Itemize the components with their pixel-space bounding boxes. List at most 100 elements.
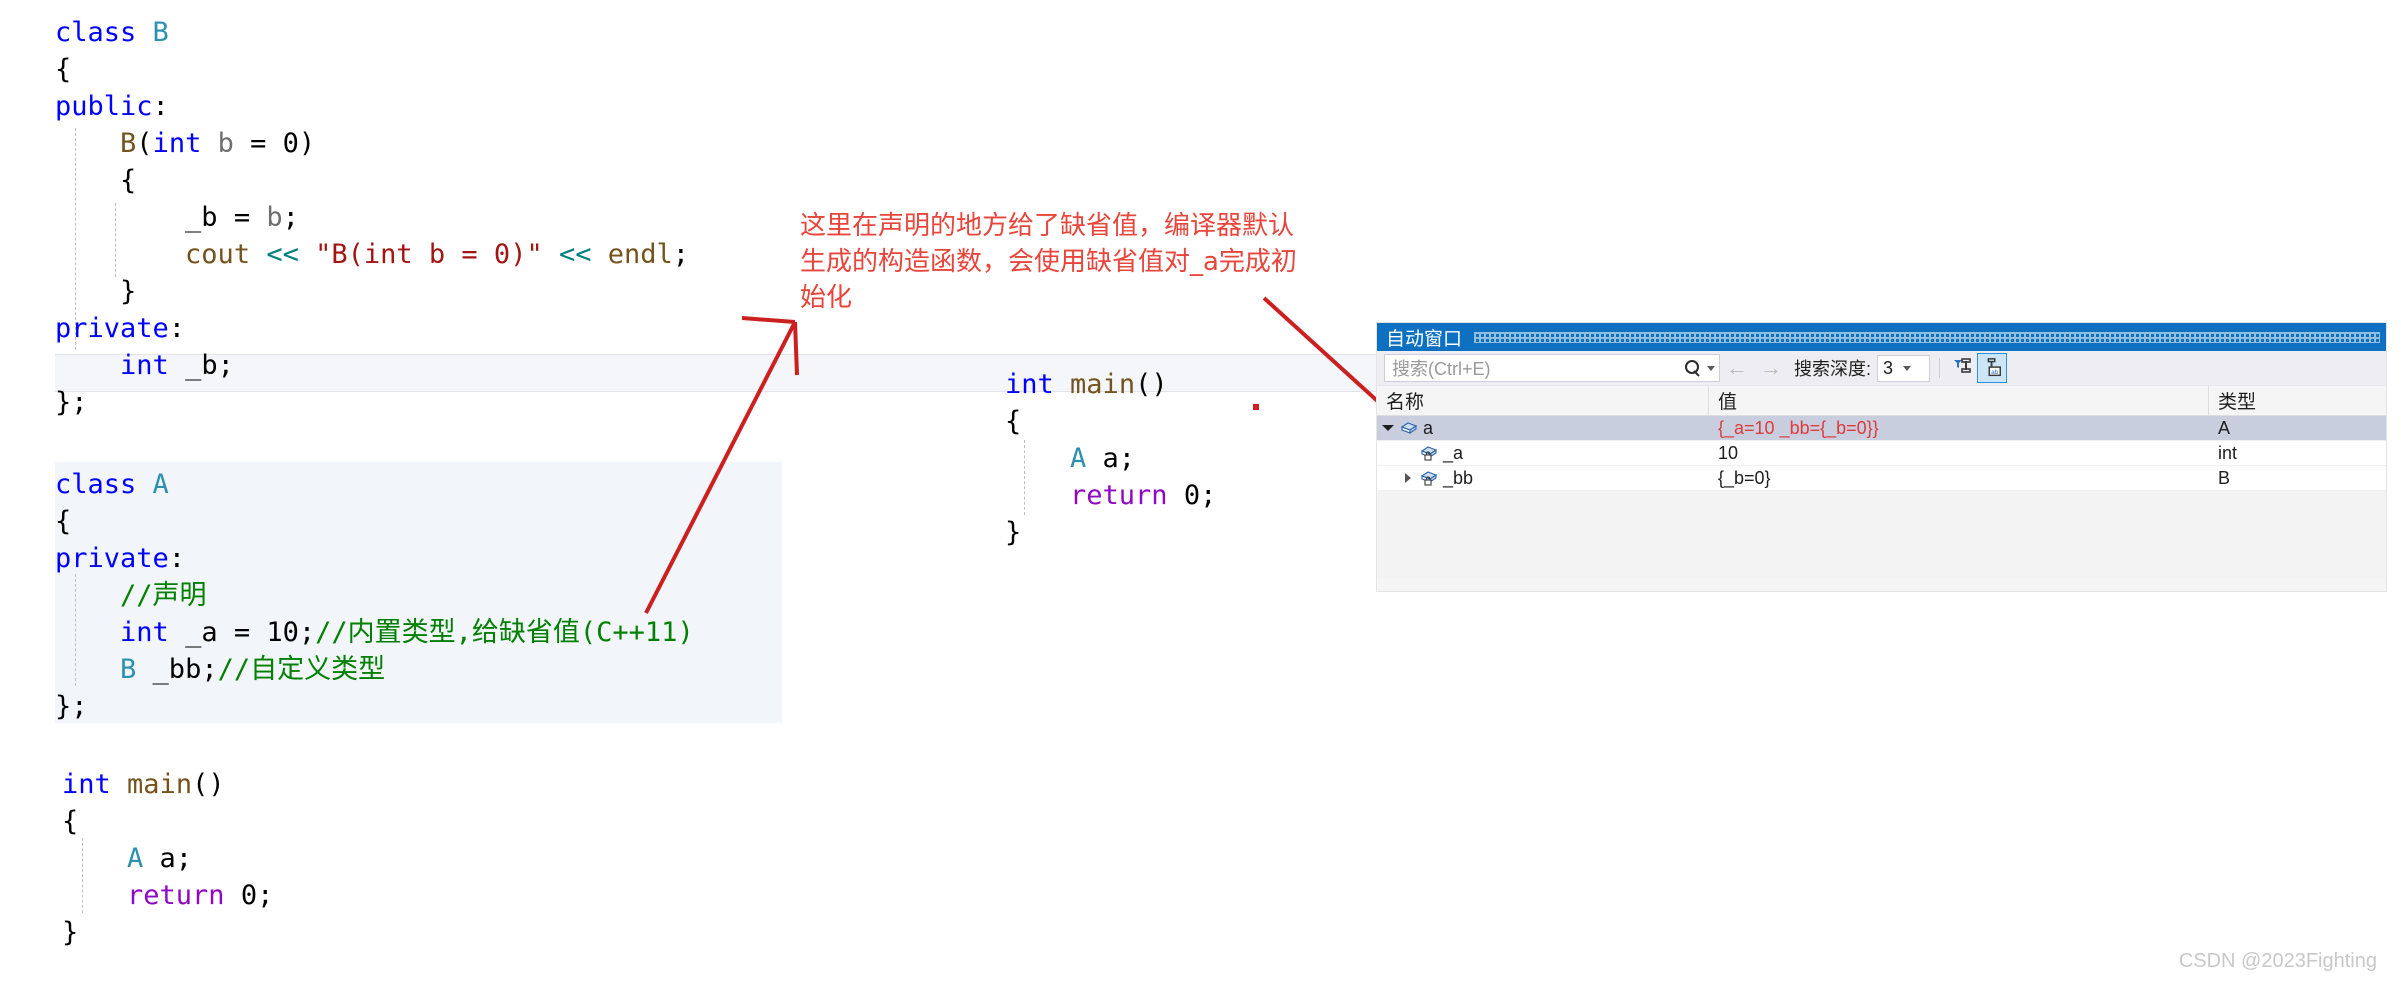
autos-empty-area <box>1377 491 2386 578</box>
code-line: return 0; <box>1005 477 1216 514</box>
code-token: } <box>62 917 79 948</box>
code-token: a; <box>1086 443 1136 474</box>
autos-window[interactable]: 自动窗口 搜索(Ctrl+E) ← → 搜索深度: 3 ab 名称 值 类型 a… <box>1376 322 2387 592</box>
code-line: //声明 <box>55 577 694 614</box>
search-depth-value: 3 <box>1883 357 1894 378</box>
code-token: }; <box>55 387 88 418</box>
code-line: } <box>55 273 689 310</box>
search-input-placeholder: 搜索(Ctrl+E) <box>1392 359 1491 379</box>
code-line: } <box>62 914 273 951</box>
code-token: 0 <box>1183 480 1201 511</box>
code-line: { <box>1005 403 1216 440</box>
code-token: ; <box>257 880 274 911</box>
autos-toolbar[interactable]: 搜索(Ctrl+E) ← → 搜索深度: 3 ab <box>1377 351 2386 386</box>
code-token: main <box>127 769 193 800</box>
autos-window-title: 自动窗口 <box>1386 328 1463 350</box>
code-token: _b <box>185 202 218 233</box>
code-token: int <box>120 617 169 648</box>
code-line: cout << "B(int b = 0)" << endl; <box>55 236 689 273</box>
code-token: main <box>1070 369 1136 400</box>
variable-name: _bb <box>1443 467 1474 488</box>
table-row[interactable]: _a 10 int <box>1377 441 2386 466</box>
cell-value[interactable]: {_a=10 _bb={_b=0}} <box>1709 418 2209 439</box>
code-token: int <box>62 769 111 800</box>
code-token: a; <box>143 843 193 874</box>
expander-expand-icon[interactable] <box>1401 471 1415 485</box>
table-row[interactable]: _bb {_b=0} B <box>1377 466 2386 491</box>
code-token: cout <box>185 239 251 270</box>
code-token: << <box>558 239 592 270</box>
code-token: A <box>127 843 144 874</box>
code-line: private: <box>55 310 689 347</box>
code-token: = <box>217 202 267 233</box>
search-depth-chevron-down-icon[interactable] <box>1893 356 1915 381</box>
code-line: A a; <box>1005 440 1216 477</box>
watermark: CSDN @2023Fighting <box>2178 950 2377 972</box>
code-token: }; <box>55 691 88 722</box>
code-token: "B(int b = 0)" <box>315 239 543 270</box>
filter-pin-icon[interactable] <box>1949 354 1977 382</box>
cell-type: B <box>2218 467 2231 488</box>
code-token: ) <box>298 128 316 159</box>
code-token: private <box>55 543 169 574</box>
titlebar-grip[interactable] <box>1474 331 2380 343</box>
code-token: { <box>55 54 72 85</box>
code-token: () <box>192 769 225 800</box>
code-token: _b; <box>168 350 234 381</box>
cell-name[interactable]: _bb <box>1377 468 1709 489</box>
autos-rows-container[interactable]: a {_a=10 _bb={_b=0}} A _a 10 int _bb {_b=0} B <box>1377 416 2386 491</box>
code-token: private <box>55 313 169 344</box>
search-back-arrow-icon[interactable]: ← <box>1720 357 1754 379</box>
code-token: = <box>233 128 283 159</box>
search-depth-label: 搜索深度: <box>1794 359 1872 379</box>
variable-name: a <box>1423 417 1434 438</box>
column-header-name[interactable]: 名称 <box>1377 386 1709 415</box>
search-depth-select[interactable]: 3 <box>1877 354 1931 382</box>
code-token: //自定义类型 <box>217 654 386 685</box>
code-token: A <box>1070 443 1087 474</box>
expander-collapse-icon[interactable] <box>1381 421 1395 435</box>
red-dot-marker <box>1253 404 1259 410</box>
column-header-value[interactable]: 值 <box>1709 386 2209 415</box>
code-token: _a = <box>168 617 267 648</box>
cell-type: int <box>2218 442 2238 463</box>
code-token: int <box>1005 369 1054 400</box>
code-line: public: <box>55 88 689 125</box>
code-token: ; <box>672 239 690 270</box>
svg-text:ab: ab <box>1991 369 1999 376</box>
annotation-note: 这里在声明的地方给了缺省值，编译器默认 生成的构造函数，会使用缺省值对_a完成初… <box>800 208 1360 316</box>
code-token: b <box>217 128 234 159</box>
pin-ab-toggle-icon[interactable]: ab <box>1977 353 2008 383</box>
search-input[interactable]: 搜索(Ctrl+E) <box>1384 354 1720 382</box>
table-row[interactable]: a {_a=10 _bb={_b=0}} A <box>1377 416 2386 441</box>
arrow-to-annotation-head-left <box>741 316 796 324</box>
autos-titlebar[interactable]: 自动窗口 <box>1377 323 2386 351</box>
cell-name[interactable]: _a <box>1377 443 1709 464</box>
annotation-line-2: 生成的构造函数，会使用缺省值对_a完成初 <box>800 247 1297 277</box>
autos-variables-grid[interactable]: 名称 值 类型 a {_a=10 _bb={_b=0}} A _a 10 int _bb… <box>1377 386 2386 578</box>
code-token: : <box>152 91 169 122</box>
cell-value[interactable]: 10 <box>1709 443 2209 464</box>
column-header-type[interactable]: 类型 <box>2209 386 2384 415</box>
autos-grid-header: 名称 值 类型 <box>1377 386 2386 416</box>
cell-name[interactable]: a <box>1377 418 1709 439</box>
cell-value[interactable]: {_b=0} <box>1709 468 2209 489</box>
search-options-chevron-down-icon[interactable] <box>1707 365 1715 371</box>
code-token: { <box>55 165 137 196</box>
code-line: { <box>62 803 273 840</box>
code-token: ; <box>1200 480 1217 511</box>
code-token: : <box>168 313 186 344</box>
search-icon[interactable] <box>1685 359 1702 377</box>
code-token: { <box>1005 406 1022 437</box>
annotation-line-1: 这里在声明的地方给了缺省值，编译器默认 <box>800 211 1295 241</box>
search-forward-arrow-icon[interactable]: → <box>1754 357 1788 379</box>
